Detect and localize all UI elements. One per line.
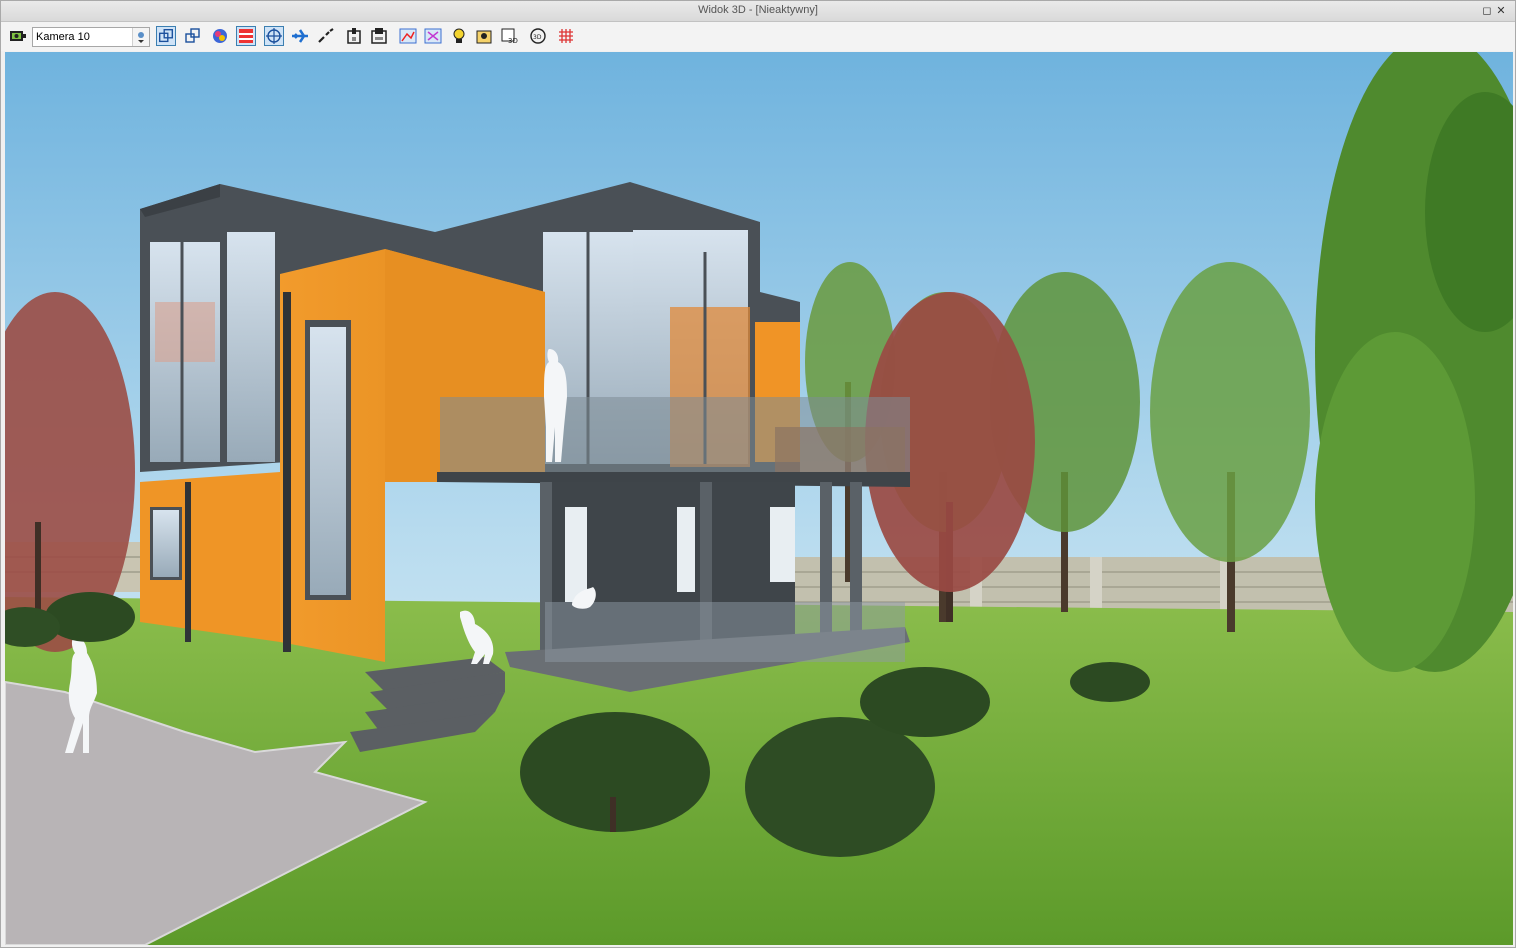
3d-view-window: Widok 3D - [Nieaktywny] ◻ ✕ Kamera 10 3D… — [0, 0, 1516, 948]
3d-render-viewport[interactable] — [5, 52, 1513, 945]
walk-path-icon[interactable] — [316, 26, 336, 46]
view-toolbar: Kamera 10 3D 3D — [1, 22, 1515, 51]
close-button[interactable]: ✕ — [1495, 5, 1507, 17]
color-render-icon[interactable] — [210, 26, 230, 46]
restore-button[interactable]: ◻ — [1481, 5, 1493, 17]
perspective-view-icon[interactable] — [156, 26, 176, 46]
svg-text:3D: 3D — [533, 34, 542, 41]
title-bar[interactable]: Widok 3D - [Nieaktywny] ◻ ✕ — [1, 1, 1515, 22]
grid-3d-icon[interactable] — [556, 26, 576, 46]
texture-library-icon[interactable] — [474, 26, 494, 46]
chevron-down-icon[interactable] — [132, 28, 149, 46]
house-render-image — [5, 52, 1513, 945]
window-title: Widok 3D - [Nieaktywny] — [698, 4, 818, 16]
export-3d-icon[interactable]: 3D — [500, 26, 520, 46]
camera-select[interactable]: Kamera 10 — [32, 27, 150, 47]
wall-layers-icon[interactable] — [236, 26, 256, 46]
render-settings-icon[interactable] — [398, 26, 418, 46]
axonometric-view-icon[interactable] — [182, 26, 202, 46]
light-settings-icon[interactable] — [449, 26, 469, 46]
camera-select-value: Kamera 10 — [36, 31, 90, 43]
rotate-3d-icon[interactable]: 3D — [528, 26, 548, 46]
svg-text:3D: 3D — [508, 37, 518, 45]
camera-settings-icon[interactable] — [8, 26, 28, 46]
section-box-icon[interactable] — [344, 26, 364, 46]
orbit-icon[interactable] — [264, 26, 284, 46]
fly-mode-icon[interactable] — [290, 26, 310, 46]
materials-icon[interactable] — [423, 26, 443, 46]
section-print-icon[interactable] — [369, 26, 389, 46]
